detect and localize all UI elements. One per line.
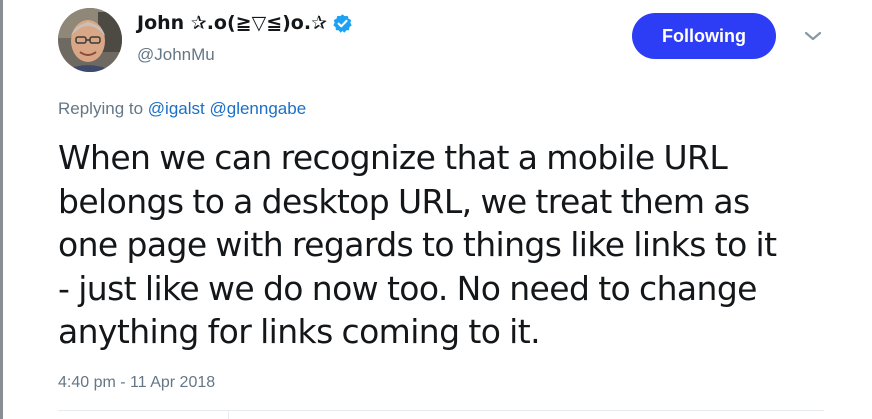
tweet-text-line: belongs to a desktop URL, we treat them …: [58, 181, 750, 221]
mention-link-glenngabe[interactable]: @glenngabe: [209, 99, 306, 118]
author-handle[interactable]: @JohnMu: [137, 45, 215, 65]
author-name-row: John ✰.o(≧▽≦)o.✰: [137, 12, 353, 34]
tweet-timestamp[interactable]: 4:40 pm - 11 Apr 2018: [58, 373, 215, 393]
window-edge: [0, 0, 3, 419]
tweet-text: When we can recognize that a mobile URL …: [58, 136, 838, 354]
reply-context: Replying to @igalst @glenngabe: [58, 99, 306, 119]
divider: [58, 410, 824, 411]
author-display-name[interactable]: John ✰.o(≧▽≦)o.✰: [137, 12, 327, 34]
reply-prefix: Replying to: [58, 99, 144, 118]
tweet-text-line: - just like we do now too. No need to ch…: [58, 268, 757, 308]
verified-badge-icon: [332, 13, 353, 34]
tweet-text-line: When we can recognize that a mobile URL: [58, 138, 728, 177]
tweet-card: John ✰.o(≧▽≦)o.✰ @JohnMu Following Reply…: [58, 0, 848, 419]
following-button[interactable]: Following: [632, 13, 776, 59]
mention-link-igalst[interactable]: @igalst: [148, 99, 205, 118]
tweet-text-line: one page with regards to things like lin…: [58, 225, 777, 264]
tweet-text-line: anything for links coming to it.: [58, 312, 541, 351]
avatar[interactable]: [58, 8, 122, 72]
avatar-image: [58, 8, 122, 72]
chevron-down-icon[interactable]: [802, 28, 824, 44]
divider: [228, 410, 229, 419]
